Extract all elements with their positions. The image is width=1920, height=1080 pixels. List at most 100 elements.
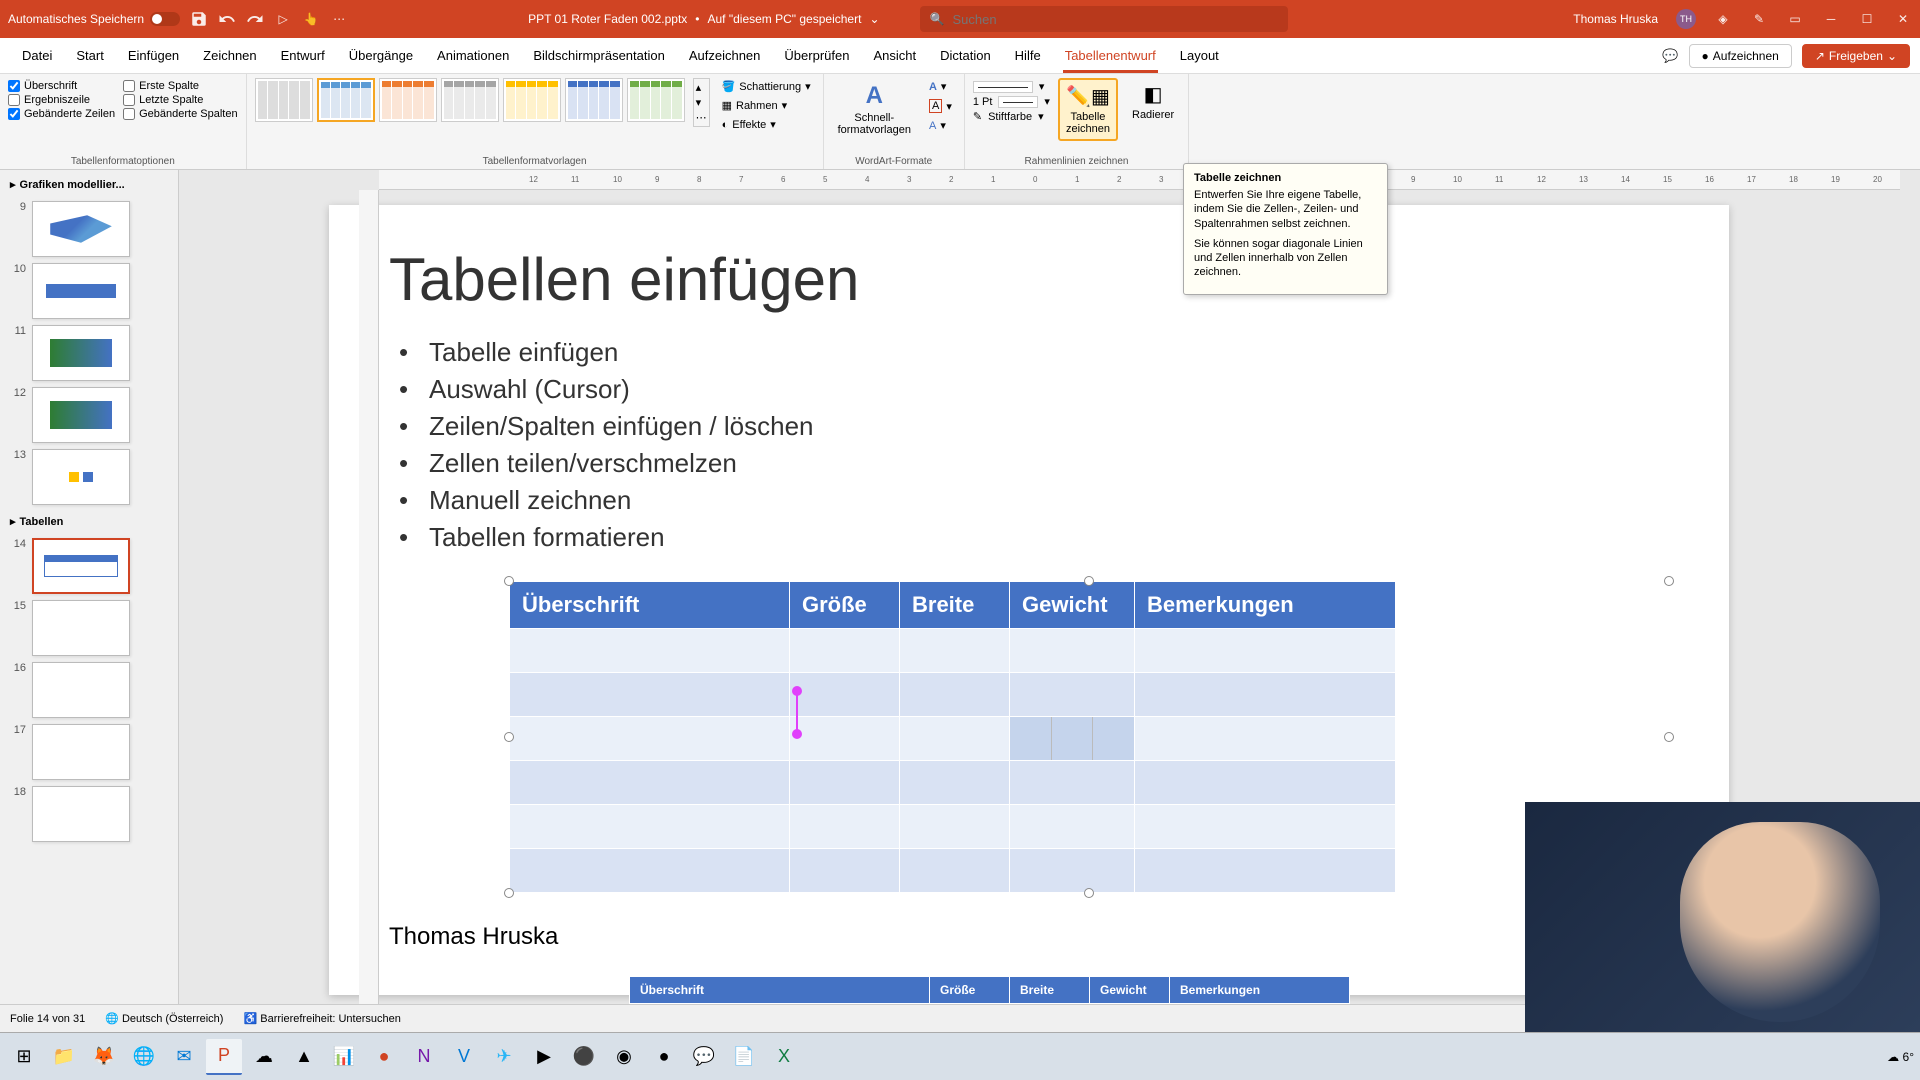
slide-thumb-15[interactable]: 15 [8, 600, 170, 656]
explorer-icon[interactable]: 📁 [46, 1039, 82, 1075]
app-icon[interactable]: ◉ [606, 1039, 642, 1075]
sync-icon[interactable]: ◈ [1714, 10, 1732, 28]
table-style-2[interactable] [317, 78, 375, 122]
status-accessibility[interactable]: ♿ Barrierefreiheit: Untersuchen [243, 1012, 400, 1025]
slide-thumb-13[interactable]: 13 [8, 449, 170, 505]
chk-gebaenderte-spalten[interactable]: Gebänderte Spalten [123, 108, 237, 120]
text-outline-button[interactable]: A ▾ [925, 97, 956, 115]
chk-ergebniszeile[interactable]: Ergebniszeile [8, 94, 115, 106]
table-header[interactable]: Bemerkungen [1135, 582, 1396, 629]
start-button[interactable]: ⊞ [6, 1039, 42, 1075]
tab-entwurf[interactable]: Entwurf [269, 38, 337, 73]
table-style-6[interactable] [565, 78, 623, 122]
slide-thumb-16[interactable]: 16 [8, 662, 170, 718]
chk-ueberschrift[interactable]: Überschrift [8, 80, 115, 92]
sel-handle[interactable] [1664, 576, 1674, 586]
chrome-icon[interactable]: 🌐 [126, 1039, 162, 1075]
chk-letzte-spalte[interactable]: Letzte Spalte [123, 94, 237, 106]
redo-icon[interactable] [246, 10, 264, 28]
slide[interactable]: Tabellen einfügen Tabelle einfügen Auswa… [329, 205, 1729, 995]
app-icon[interactable]: 📊 [326, 1039, 362, 1075]
app-icon[interactable]: ● [646, 1039, 682, 1075]
app-icon[interactable]: ☁ [246, 1039, 282, 1075]
bullet-item[interactable]: Manuell zeichnen [389, 482, 1669, 519]
tab-uebergaenge[interactable]: Übergänge [337, 38, 425, 73]
tab-zeichnen[interactable]: Zeichnen [191, 38, 268, 73]
app-icon[interactable]: ▶ [526, 1039, 562, 1075]
bullet-item[interactable]: Zeilen/Spalten einfügen / löschen [389, 408, 1669, 445]
chevron-down-icon[interactable]: ⌄ [869, 12, 879, 26]
search-box[interactable]: 🔍 [920, 6, 1288, 32]
table-style-3[interactable] [379, 78, 437, 122]
undo-icon[interactable] [218, 10, 236, 28]
sel-handle[interactable] [1084, 888, 1094, 898]
minimize-icon[interactable]: ─ [1822, 10, 1840, 28]
slide-thumb-14[interactable]: 14 [8, 538, 170, 594]
table-header[interactable]: Gewicht [1010, 582, 1135, 629]
tab-ansicht[interactable]: Ansicht [861, 38, 928, 73]
search-input[interactable] [952, 12, 1277, 27]
app-icon[interactable]: ● [366, 1039, 402, 1075]
bullet-item[interactable]: Zellen teilen/verschmelzen [389, 445, 1669, 482]
slide-author[interactable]: Thomas Hruska [389, 923, 1669, 951]
tab-einfuegen[interactable]: Einfügen [116, 38, 191, 73]
line-style-select[interactable]: ▾ [973, 80, 1050, 93]
telegram-icon[interactable]: ✈ [486, 1039, 522, 1075]
app-icon[interactable]: 💬 [686, 1039, 722, 1075]
outlook-icon[interactable]: ✉ [166, 1039, 202, 1075]
close-icon[interactable]: ✕ [1894, 10, 1912, 28]
tab-datei[interactable]: Datei [10, 38, 64, 73]
sel-handle[interactable] [504, 576, 514, 586]
slide-panel[interactable]: ▸ Grafiken modellier... 9 10 11 12 13 ▸ … [0, 170, 179, 1004]
section-grafiken[interactable]: ▸ Grafiken modellier... [4, 174, 174, 195]
tab-layout[interactable]: Layout [1168, 38, 1231, 73]
window-icon[interactable]: ▭ [1786, 10, 1804, 28]
pen-color-button[interactable]: ✎ Stiftfarbe ▾ [973, 110, 1050, 123]
status-slide-count[interactable]: Folie 14 von 31 [10, 1013, 85, 1025]
styles-more[interactable]: ▴▾⋯ [693, 78, 710, 127]
table-header[interactable]: Größe [790, 582, 900, 629]
slide-title[interactable]: Tabellen einfügen [389, 245, 1669, 314]
tab-hilfe[interactable]: Hilfe [1003, 38, 1053, 73]
onenote-icon[interactable]: N [406, 1039, 442, 1075]
firefox-icon[interactable]: 🦊 [86, 1039, 122, 1075]
slide-thumb-11[interactable]: 11 [8, 325, 170, 381]
pen-icon[interactable]: ✎ [1750, 10, 1768, 28]
tabelle-zeichnen-button[interactable]: ✏️▦ Tabelle zeichnen [1058, 78, 1118, 141]
radierer-button[interactable]: ◧ Radierer [1126, 78, 1180, 125]
sel-handle[interactable] [504, 732, 514, 742]
slide-thumb-10[interactable]: 10 [8, 263, 170, 319]
rahmen-button[interactable]: ▦ Rahmen ▾ [718, 97, 815, 114]
maximize-icon[interactable]: ☐ [1858, 10, 1876, 28]
effekte-button[interactable]: ◐ Effekte ▾ [718, 116, 815, 133]
qat-more-icon[interactable]: ⋯ [330, 10, 348, 28]
slide-thumb-12[interactable]: 12 [8, 387, 170, 443]
obs-icon[interactable]: ⚫ [566, 1039, 602, 1075]
share-button[interactable]: ↗ Freigeben ⌄ [1802, 44, 1910, 68]
table-style-4[interactable] [441, 78, 499, 122]
slideshow-icon[interactable]: ▷ [274, 10, 292, 28]
text-effects-button[interactable]: A ▾ [925, 117, 956, 134]
tab-ueberpruefen[interactable]: Überprüfen [772, 38, 861, 73]
weather-widget[interactable]: ☁ 6° [1887, 1050, 1914, 1064]
table-header[interactable]: Überschrift [510, 582, 790, 629]
schattierung-button[interactable]: 🪣 Schattierung ▾ [718, 78, 815, 95]
autosave-toggle[interactable]: Automatisches Speichern [8, 12, 180, 26]
user-avatar[interactable]: TH [1676, 9, 1696, 29]
sel-handle[interactable] [504, 888, 514, 898]
schnellformat-button[interactable]: A Schnell- formatvorlagen [832, 78, 917, 140]
slide-table[interactable]: Überschrift Größe Breite Gewicht Bemerku… [509, 581, 1669, 893]
chk-erste-spalte[interactable]: Erste Spalte [123, 80, 237, 92]
vscode-icon[interactable]: V [446, 1039, 482, 1075]
powerpoint-icon[interactable]: P [206, 1039, 242, 1075]
bullet-item[interactable]: Tabelle einfügen [389, 334, 1669, 371]
tab-tabellenentwurf[interactable]: Tabellenentwurf [1053, 38, 1168, 73]
table-style-5[interactable] [503, 78, 561, 122]
table-style-1[interactable] [255, 78, 313, 122]
section-tabellen[interactable]: ▸ Tabellen [4, 511, 174, 532]
chk-gebaenderte-zeilen[interactable]: Gebänderte Zeilen [8, 108, 115, 120]
sel-handle[interactable] [1664, 732, 1674, 742]
bullet-item[interactable]: Auswahl (Cursor) [389, 371, 1669, 408]
excel-icon[interactable]: X [766, 1039, 802, 1075]
tab-start[interactable]: Start [64, 38, 115, 73]
